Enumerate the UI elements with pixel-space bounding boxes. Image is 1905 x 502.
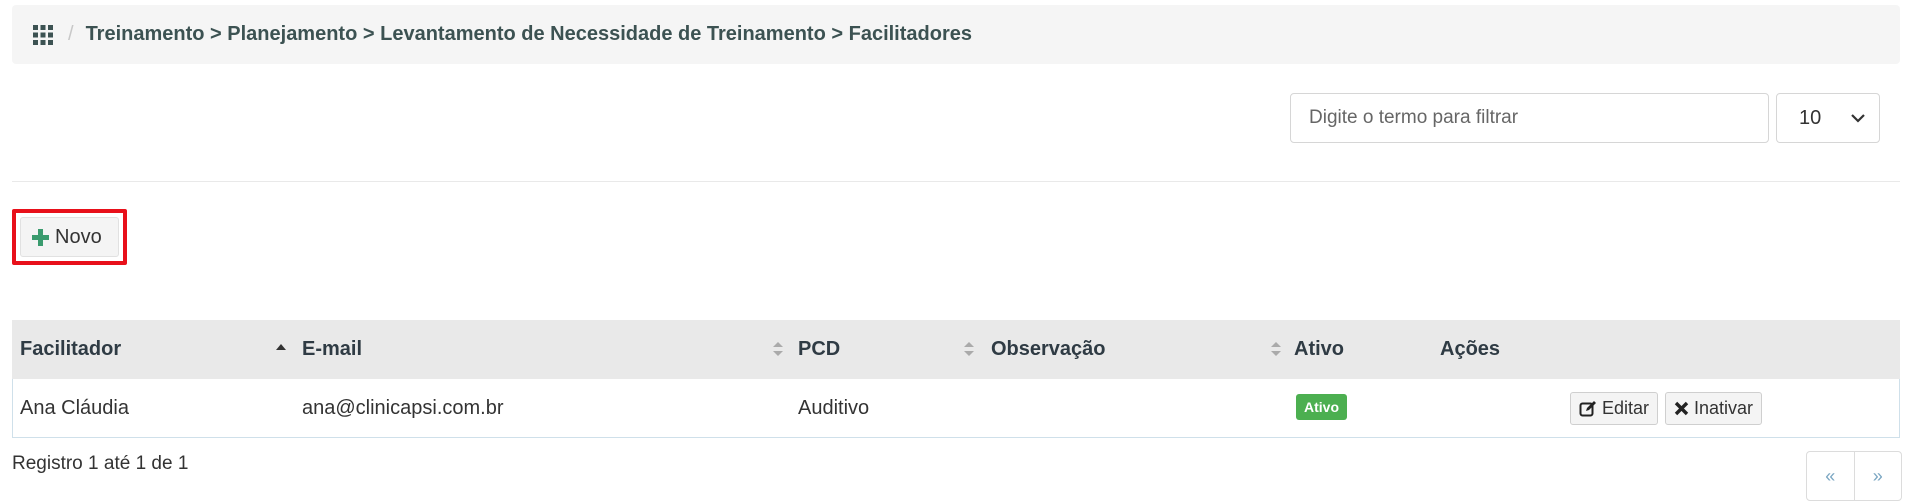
breadcrumb-path: Treinamento > Planejamento > Levantament… <box>85 23 972 45</box>
sort-icon[interactable] <box>963 340 975 358</box>
column-header-pcd[interactable]: PCD <box>798 320 840 379</box>
column-header-facilitador[interactable]: Facilitador <box>20 320 121 379</box>
table-header: Facilitador E-mail PCD Observação Ativo … <box>12 320 1900 379</box>
edit-icon <box>1579 400 1596 416</box>
cell-pcd: Auditivo <box>798 396 870 419</box>
filter-input[interactable] <box>1290 93 1769 143</box>
column-header-observacao[interactable]: Observação <box>991 320 1106 379</box>
facilitators-table: Facilitador E-mail PCD Observação Ativo … <box>12 320 1900 438</box>
divider <box>12 181 1900 182</box>
sort-icon[interactable] <box>1270 340 1282 358</box>
apps-grid-icon[interactable] <box>32 24 54 46</box>
deactivate-label: Inativar <box>1694 398 1754 418</box>
sort-asc-icon[interactable] <box>275 340 287 358</box>
close-icon <box>1674 401 1689 416</box>
plus-icon <box>32 228 49 246</box>
column-header-email[interactable]: E-mail <box>302 320 362 379</box>
new-button-label: Novo <box>55 225 102 248</box>
page-size-select[interactable]: 10 <box>1776 93 1880 143</box>
table-row: Ana Cláudia ana@clinicapsi.com.br Auditi… <box>12 379 1900 438</box>
cell-email: ana@clinicapsi.com.br <box>302 396 504 419</box>
previous-page-button[interactable]: « <box>1807 452 1854 500</box>
status-badge: Ativo <box>1296 394 1347 420</box>
cell-facilitador: Ana Cláudia <box>20 396 129 419</box>
new-button[interactable]: Novo <box>20 217 119 257</box>
column-header-acoes: Ações <box>1440 338 1501 360</box>
pagination: « » <box>1806 451 1902 501</box>
breadcrumb: / Treinamento > Planejamento > Levantame… <box>12 5 1900 64</box>
pagination-info: Registro 1 até 1 de 1 <box>12 453 189 474</box>
deactivate-button[interactable]: Inativar <box>1665 392 1763 425</box>
chevron-down-icon <box>1851 113 1865 123</box>
sort-icon[interactable] <box>772 340 784 358</box>
breadcrumb-separator: / <box>68 23 74 45</box>
page-size-value: 10 <box>1799 106 1822 129</box>
next-page-button[interactable]: » <box>1853 452 1902 500</box>
edit-label: Editar <box>1602 398 1650 418</box>
edit-button[interactable]: Editar <box>1570 392 1659 425</box>
column-header-ativo[interactable]: Ativo <box>1294 320 1344 379</box>
